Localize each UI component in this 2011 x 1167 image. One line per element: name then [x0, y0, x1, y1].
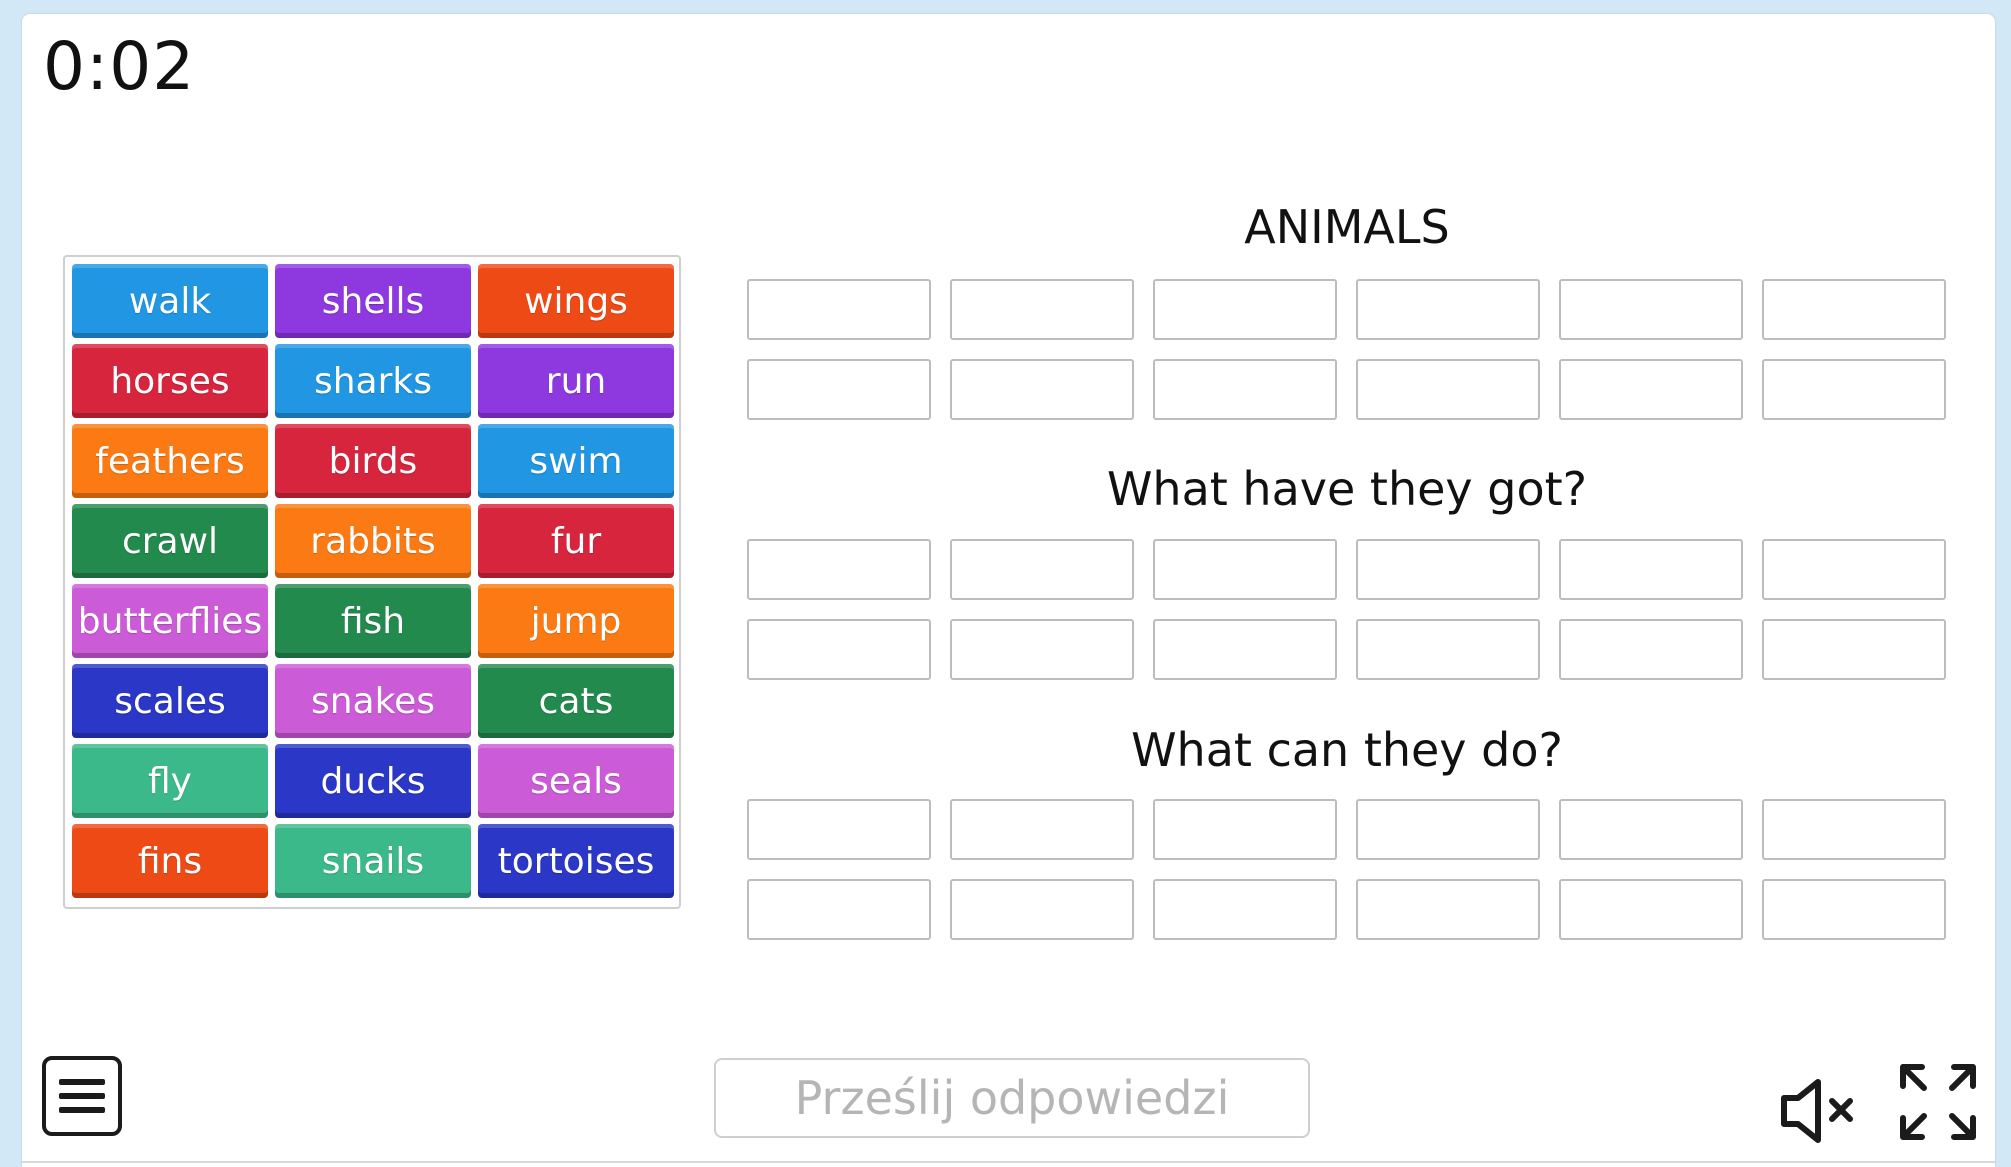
sound-toggle-button[interactable]: [1778, 1076, 1858, 1146]
word-tile-fur[interactable]: fur: [478, 504, 674, 578]
word-tile-scales[interactable]: scales: [72, 664, 268, 738]
word-tile-rabbits[interactable]: rabbits: [275, 504, 471, 578]
drop-slot[interactable]: [1762, 279, 1946, 340]
group-title-what-can-they-do: What can they do?: [1131, 723, 1563, 777]
word-tile-run[interactable]: run: [478, 344, 674, 418]
menu-icon: [59, 1079, 105, 1085]
activity-stage: 0:02 walk shells wings horses sharks run feath…: [22, 14, 1995, 1167]
word-tile-butterflies[interactable]: butterflies: [72, 584, 268, 658]
drop-slot[interactable]: [1153, 359, 1337, 420]
drop-slot[interactable]: [1559, 619, 1743, 680]
drop-slot[interactable]: [1356, 359, 1540, 420]
word-tile-wings[interactable]: wings: [478, 264, 674, 338]
drop-slot[interactable]: [1762, 619, 1946, 680]
timer: 0:02: [43, 28, 196, 105]
drop-slot[interactable]: [950, 279, 1134, 340]
word-tile-sharks[interactable]: sharks: [275, 344, 471, 418]
drop-zone-what-have-they-got: [747, 539, 1946, 680]
drop-slot[interactable]: [747, 359, 931, 420]
fullscreen-icon: [1900, 1064, 1976, 1140]
drop-slot[interactable]: [1559, 359, 1743, 420]
drop-slot[interactable]: [1559, 799, 1743, 860]
drop-zone-what-can-they-do: [747, 799, 1946, 940]
drop-slot[interactable]: [1762, 879, 1946, 940]
drop-slot[interactable]: [747, 619, 931, 680]
word-tile-walk[interactable]: walk: [72, 264, 268, 338]
group-title-what-have-they-got: What have they got?: [1106, 462, 1588, 516]
drop-slot[interactable]: [1356, 279, 1540, 340]
drop-slot[interactable]: [1559, 539, 1743, 600]
word-tile-crawl[interactable]: crawl: [72, 504, 268, 578]
drop-slot[interactable]: [1762, 799, 1946, 860]
word-tile-birds[interactable]: birds: [275, 424, 471, 498]
drop-slot[interactable]: [1762, 539, 1946, 600]
word-tile-snakes[interactable]: snakes: [275, 664, 471, 738]
word-tile-jump[interactable]: jump: [478, 584, 674, 658]
drop-slot[interactable]: [1153, 879, 1337, 940]
group-title-animals: ANIMALS: [1244, 200, 1450, 254]
drop-slot[interactable]: [950, 539, 1134, 600]
word-tile-tortoises[interactable]: tortoises: [478, 824, 674, 898]
word-bank-grid: walk shells wings horses sharks run feathers bi…: [72, 264, 674, 898]
word-tile-fins[interactable]: fins: [72, 824, 268, 898]
drop-slot[interactable]: [950, 799, 1134, 860]
word-tile-horses[interactable]: horses: [72, 344, 268, 418]
fullscreen-button[interactable]: [1898, 1062, 1978, 1142]
drop-slot[interactable]: [1153, 279, 1337, 340]
drop-slot[interactable]: [1356, 539, 1540, 600]
drop-slot[interactable]: [747, 879, 931, 940]
word-tile-seals[interactable]: seals: [478, 744, 674, 818]
word-tile-cats[interactable]: cats: [478, 664, 674, 738]
drop-slot[interactable]: [747, 279, 931, 340]
drop-slot[interactable]: [1356, 619, 1540, 680]
submit-answers-button[interactable]: Prześlij odpowiedzi: [714, 1058, 1310, 1138]
drop-slot[interactable]: [1153, 539, 1337, 600]
bottom-divider: [22, 1161, 1995, 1163]
drop-slot[interactable]: [1356, 879, 1540, 940]
word-tile-ducks[interactable]: ducks: [275, 744, 471, 818]
drop-slot[interactable]: [747, 799, 931, 860]
drop-slot[interactable]: [1153, 619, 1337, 680]
word-tile-fish[interactable]: fish: [275, 584, 471, 658]
word-tile-fly[interactable]: fly: [72, 744, 268, 818]
menu-icon-bar: [59, 1107, 105, 1113]
word-tile-shells[interactable]: shells: [275, 264, 471, 338]
drop-slot[interactable]: [950, 359, 1134, 420]
drop-slot[interactable]: [1153, 799, 1337, 860]
drop-slot[interactable]: [1559, 279, 1743, 340]
word-tile-feathers[interactable]: feathers: [72, 424, 268, 498]
word-bank: walk shells wings horses sharks run feathers bi…: [63, 255, 681, 909]
drop-slot[interactable]: [1356, 799, 1540, 860]
menu-button[interactable]: [42, 1056, 122, 1136]
word-tile-snails[interactable]: snails: [275, 824, 471, 898]
drop-slot[interactable]: [950, 619, 1134, 680]
word-tile-swim[interactable]: swim: [478, 424, 674, 498]
drop-zone-animals: [747, 279, 1946, 420]
menu-icon-bar: [59, 1093, 105, 1099]
speaker-muted-icon: [1781, 1079, 1853, 1143]
drop-slot[interactable]: [1559, 879, 1743, 940]
drop-slot[interactable]: [747, 539, 931, 600]
drop-slot[interactable]: [950, 879, 1134, 940]
drop-slot[interactable]: [1762, 359, 1946, 420]
